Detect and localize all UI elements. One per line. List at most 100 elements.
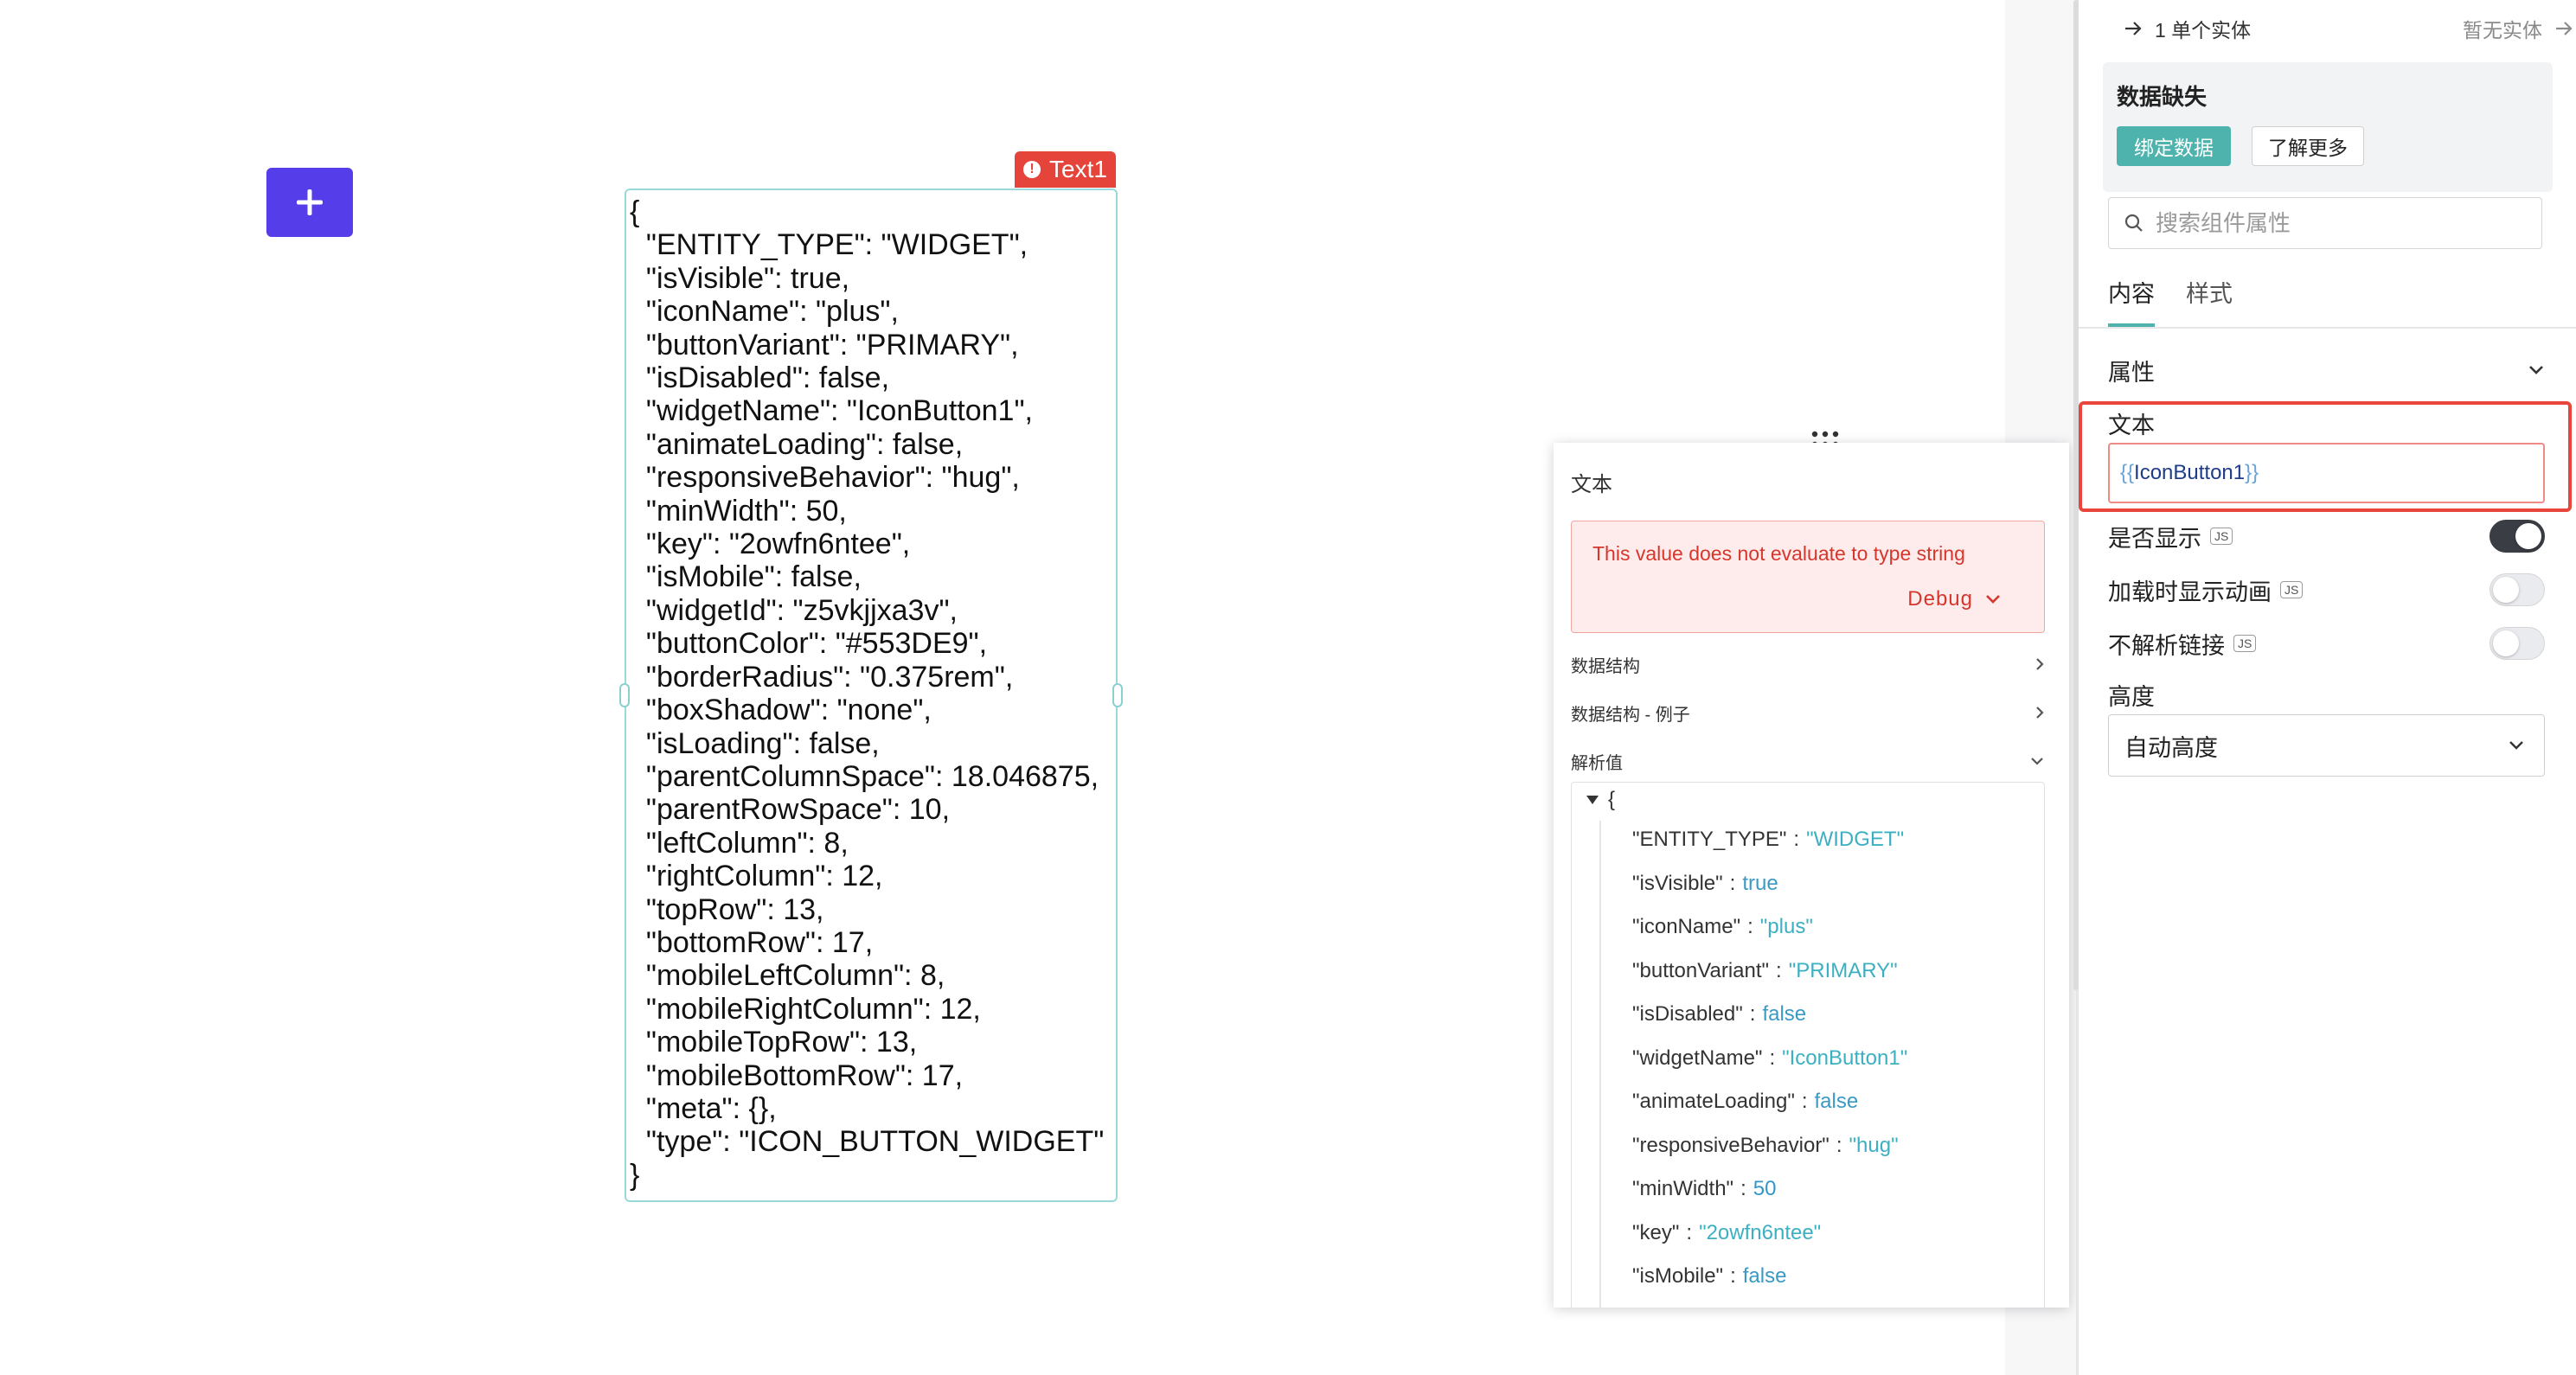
text-widget-line: "topRow": 13, [630, 892, 824, 926]
chevron-right-icon [2036, 707, 2044, 719]
js-badge[interactable]: JS [2233, 635, 2257, 652]
evaluated-value-popover: 文本 This value does not evaluate to type … [1554, 443, 2069, 1308]
binding-close-brace: }} [2245, 461, 2259, 484]
popover-title: 文本 [1571, 473, 1612, 496]
tree-entry-key: "ENTITY_TYPE" [1632, 828, 1787, 851]
text-widget-line: "parentColumnSpace": 18.046875, [630, 759, 1099, 793]
text-widget-line: "responsiveBehavior": "hug", [630, 461, 1020, 495]
tree-entry-key: "responsiveBehavior" [1632, 1133, 1829, 1157]
data-missing-card: 数据缺失 绑定数据 了解更多 [2103, 62, 2553, 192]
data-structure-label: 数据结构 [1571, 656, 1640, 676]
bind-data-button[interactable]: 绑定数据 [2117, 126, 2231, 166]
tree-entry-value: true [1742, 871, 1778, 895]
evaluated-value-row[interactable]: 解析值 [1571, 744, 2045, 778]
tree-entry-key: "key" [1632, 1220, 1680, 1244]
chevron-down-icon [2509, 741, 2523, 750]
data-structure-example-row[interactable]: 数据结构 - 例子 [1571, 695, 2045, 730]
animate-loading-toggle[interactable] [2489, 573, 2545, 606]
text-widget-line: "mobileTopRow": 13, [630, 1026, 918, 1059]
icon-button-widget[interactable] [266, 168, 353, 237]
disable-link-label-text: 不解析链接 [2108, 632, 2225, 659]
resize-handle-left[interactable] [619, 683, 630, 707]
learn-more-button[interactable]: 了解更多 [2252, 126, 2364, 166]
text-widget-line: "buttonVariant": "PRIMARY", [630, 328, 1019, 361]
text-property-label: 文本 [2108, 412, 2155, 438]
tree-entry-key: "animateLoading" [1632, 1090, 1795, 1113]
tab-content[interactable]: 内容 [2108, 275, 2155, 327]
chevron-down-icon [1986, 595, 2000, 604]
no-entity-link[interactable]: 暂无实体 [2463, 14, 2573, 43]
data-missing-title: 数据缺失 [2117, 84, 2208, 110]
tree-entry-key: "isDisabled" [1632, 1002, 1743, 1026]
tabs-divider [2079, 327, 2576, 329]
tree-entry: "minWidth":50 [1632, 1177, 1776, 1201]
text-widget-line: "isMobile": false, [630, 560, 862, 594]
tree-entry-key: "minWidth" [1632, 1177, 1734, 1200]
tree-entry-value: "PRIMARY" [1788, 958, 1898, 982]
chevron-down-icon [2031, 758, 2043, 765]
tree-entry: "widgetName": "IconButton1" [1632, 1046, 1907, 1071]
js-badge[interactable]: JS [2210, 528, 2233, 545]
text-widget-line: "borderRadius": "0.375rem", [630, 660, 1014, 694]
data-structure-row[interactable]: 数据结构 [1571, 647, 2045, 681]
evaluated-value-label: 解析值 [1571, 753, 1623, 773]
text-widget-line: "widgetId": "z5vkjjxa3v", [630, 593, 958, 627]
debug-button[interactable]: Debug [1907, 587, 2001, 611]
tree-entry: "buttonVariant": "PRIMARY" [1632, 959, 1898, 983]
tree-guide-line [1599, 821, 1601, 1308]
property-search[interactable] [2108, 197, 2542, 249]
tab-style[interactable]: 样式 [2186, 275, 2233, 327]
tree-root-toggle[interactable]: { [1586, 788, 1615, 812]
text-widget-line: "buttonColor": "#553DE9", [630, 627, 988, 661]
scrollbar-thumb[interactable] [2073, 0, 2079, 990]
tree-entry-value: "hug" [1849, 1133, 1899, 1157]
tree-entry-key: "buttonVariant" [1632, 958, 1770, 982]
data-structure-example-label: 数据结构 - 例子 [1571, 705, 1690, 725]
entity-explorer-row: 1 单个实体 暂无实体 [2124, 14, 2573, 45]
properties-section-header[interactable]: 属性 [2108, 351, 2545, 389]
entity-count-label: 1 单个实体 [2155, 19, 2252, 42]
error-box: This value does not evaluate to type str… [1571, 521, 2045, 633]
text-widget[interactable]: { "ENTITY_TYPE": "WIDGET", "isVisible": … [625, 189, 1118, 1202]
animate-loading-label-text: 加载时显示动画 [2108, 579, 2272, 605]
tree-entry-colon: : [1836, 1133, 1842, 1157]
tree-entry: "key": "2owfn6ntee" [1632, 1221, 1821, 1245]
arrow-right-icon [2125, 22, 2142, 35]
text-widget-line: "iconName": "plus", [630, 295, 899, 329]
tree-entry: "isVisible": true [1632, 872, 1778, 896]
resize-handle-right[interactable] [1112, 683, 1123, 707]
tree-open-brace: { [1608, 788, 1616, 811]
tree-entry-colon: : [1769, 1046, 1776, 1070]
tree-entry-colon: : [1730, 1264, 1736, 1288]
text-widget-content: { "ENTITY_TYPE": "WIDGET", "isVisible": … [626, 190, 1116, 1192]
toggle-knob [2515, 523, 2541, 549]
chevron-right-icon [2036, 658, 2044, 670]
evaluated-value-tree: { "ENTITY_TYPE": "WIDGET" "isVisible": true… [1571, 782, 2045, 1308]
entity-count-link[interactable]: 1 单个实体 [2124, 14, 2251, 43]
disable-link-toggle[interactable] [2489, 627, 2545, 660]
widget-name-tag[interactable]: ! Text1 [1015, 151, 1116, 188]
caret-down-icon [1586, 796, 1599, 804]
tree-entry-colon: : [1740, 1177, 1746, 1200]
arrow-right-icon [2556, 22, 2573, 35]
error-icon: ! [1023, 161, 1041, 178]
section-title: 属性 [2108, 359, 2155, 386]
search-input[interactable] [2154, 208, 2521, 238]
tree-entry-value: 50 [1753, 1177, 1777, 1200]
visible-toggle[interactable] [2489, 520, 2545, 553]
error-message: This value does not evaluate to type str… [1592, 542, 1965, 565]
js-badge[interactable]: JS [2280, 581, 2304, 598]
tree-entry-value: "WIDGET" [1806, 828, 1905, 851]
text-widget-line: "isVisible": true, [630, 261, 850, 295]
tree-entry-colon: : [1793, 828, 1800, 851]
tree-entry-value: false [1814, 1090, 1859, 1113]
height-select[interactable]: 自动高度 [2108, 714, 2545, 777]
visible-label-text: 是否显示 [2108, 525, 2201, 552]
text-widget-line: } [630, 1158, 640, 1192]
text-property-input[interactable]: {{IconButton1}} [2108, 443, 2545, 503]
tree-entry-key: "widgetName" [1632, 1046, 1763, 1070]
text-widget-line: "mobileRightColumn": 12, [630, 992, 981, 1026]
text-widget-line: "animateLoading": false, [630, 427, 964, 461]
tree-entry-colon: : [1801, 1090, 1808, 1113]
text-widget-line: "leftColumn": 8, [630, 826, 849, 860]
